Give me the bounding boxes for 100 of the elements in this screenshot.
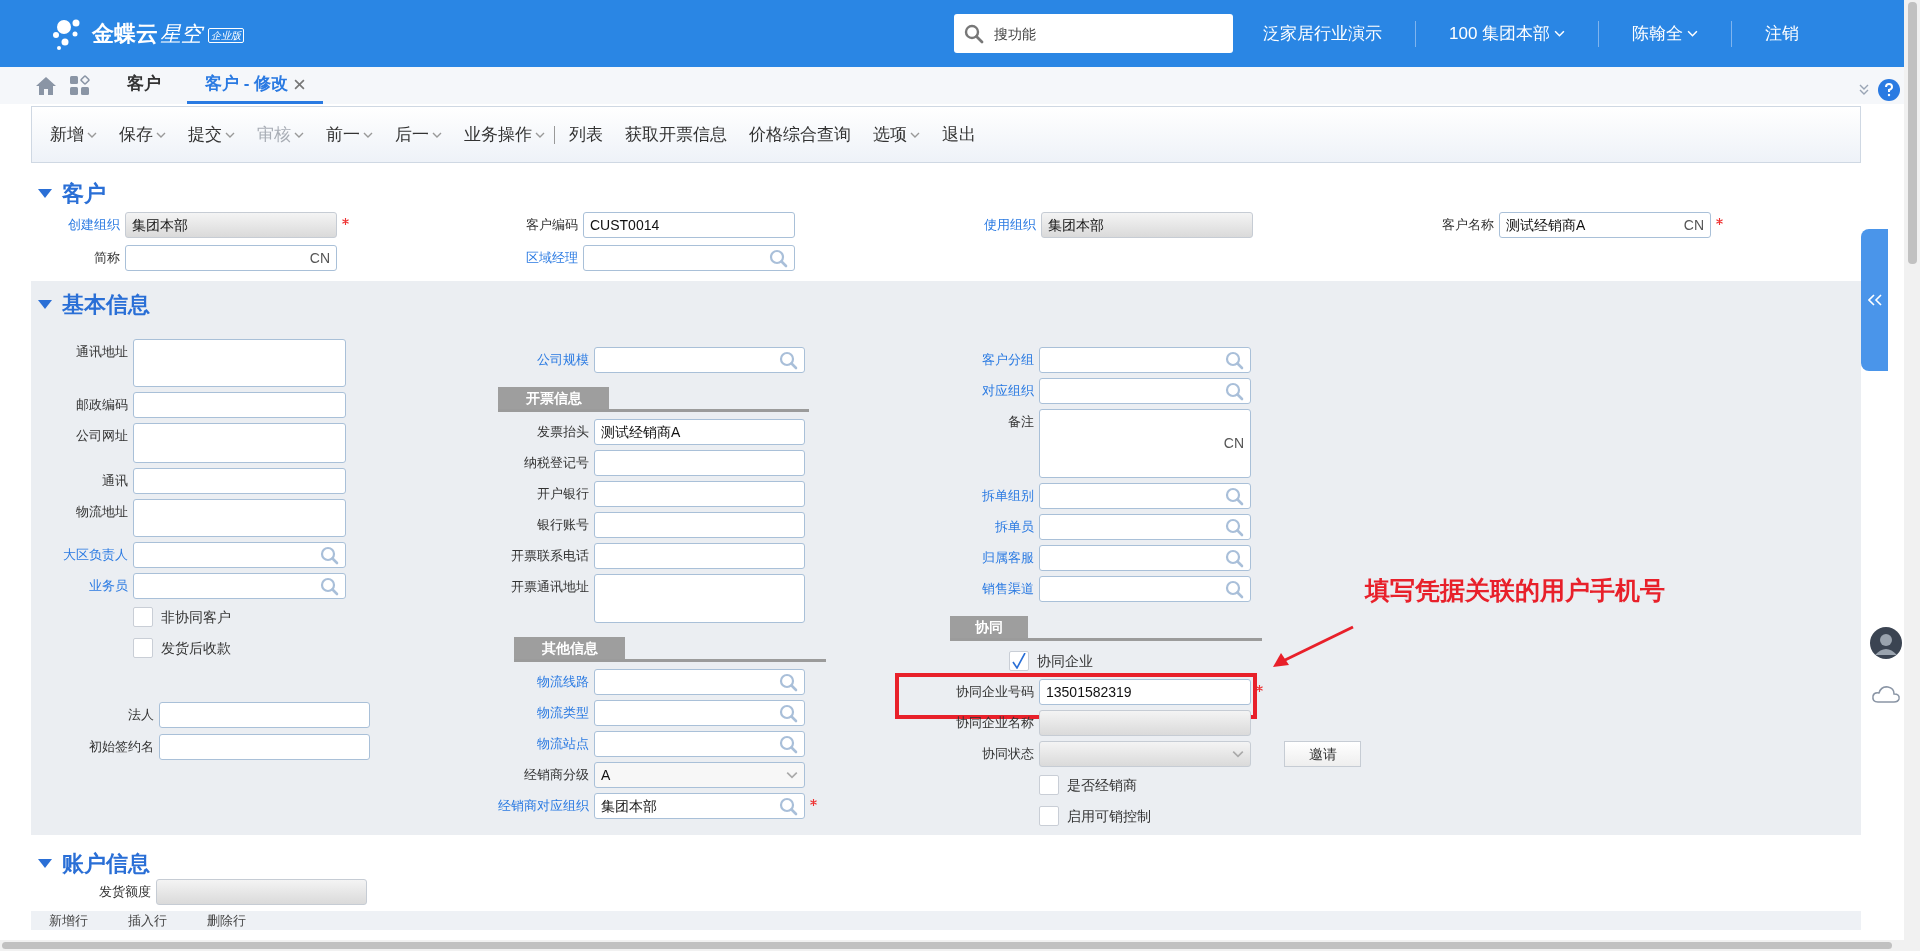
scrollbar[interactable] [1904, 0, 1920, 951]
language-tag: CN [1223, 433, 1244, 454]
input-field[interactable] [133, 542, 346, 568]
checkbox-label: 发货后收款 [161, 638, 231, 658]
help-button[interactable] [1878, 79, 1900, 101]
collapse-icon [1858, 84, 1870, 96]
input-field[interactable] [133, 392, 346, 418]
topbar-menu[interactable]: 陈翰全 [1599, 20, 1732, 47]
input-field[interactable] [1039, 514, 1251, 540]
side-panel-toggle[interactable] [1861, 229, 1888, 371]
field-label: 协同状态 [981, 745, 1035, 763]
input-field[interactable]: 集团本部 [594, 793, 805, 819]
input-field[interactable] [1039, 545, 1251, 571]
text-area[interactable] [594, 574, 805, 623]
input-field[interactable] [1039, 483, 1251, 509]
field-label: 公司网址 [75, 427, 129, 445]
input-field[interactable]: 测试经销商A [594, 419, 805, 445]
checkbox[interactable] [1039, 806, 1059, 826]
topbar-menu[interactable]: 泛家居行业演示 [1263, 20, 1415, 47]
search-icon [769, 248, 788, 268]
input-field[interactable] [1039, 576, 1251, 602]
field-label: 客户名称 [1441, 216, 1495, 234]
input-field[interactable] [583, 245, 795, 271]
tab[interactable]: 客户 [117, 67, 171, 104]
checkbox[interactable] [1039, 775, 1059, 795]
toolbar-button[interactable]: 保存 [119, 121, 166, 148]
field-link[interactable]: 公司规模 [464, 347, 594, 373]
input-field[interactable] [594, 347, 805, 373]
field-link[interactable]: 物流站点 [464, 731, 594, 757]
caret-icon [156, 131, 166, 138]
input-field[interactable] [594, 543, 805, 569]
field-label: 银行账号 [536, 516, 590, 534]
toolbar-button[interactable]: 业务操作 [464, 121, 555, 148]
search-icon [1225, 548, 1244, 568]
input-field[interactable]: CUST0014 [583, 212, 795, 238]
toolbar-button[interactable]: 新增 [50, 121, 97, 148]
field-link[interactable]: 经销商对应组织 [464, 793, 594, 819]
text-area[interactable] [133, 339, 346, 387]
search-icon [1225, 579, 1244, 599]
checkbox-label: 启用可销控制 [1067, 806, 1151, 826]
input-field[interactable] [594, 481, 805, 507]
input-field[interactable] [594, 669, 805, 695]
toolbar-button[interactable]: 获取开票信息 [625, 121, 727, 148]
grid-toolbar-button[interactable]: 删除行 [207, 913, 246, 928]
text-area[interactable] [133, 423, 346, 463]
topbar-menu[interactable]: 100 集团本部 [1416, 20, 1599, 47]
input-field[interactable] [1039, 378, 1251, 404]
toolbar-button[interactable]: 后一 [395, 121, 442, 148]
search-field[interactable]: 搜功能 [954, 14, 1233, 53]
input-field[interactable]: CN [125, 245, 337, 271]
field-link[interactable]: 归属客服 [909, 545, 1039, 571]
text-area[interactable] [133, 499, 346, 537]
topbar-menu[interactable]: 注销 [1732, 20, 1833, 47]
input-field[interactable] [133, 573, 346, 599]
field-label: 经销商分级 [523, 766, 590, 784]
toolbar-button[interactable]: 列表 [569, 121, 603, 148]
input-field[interactable] [594, 731, 805, 757]
check-icon [1012, 653, 1026, 669]
checkbox[interactable] [133, 607, 153, 627]
input-field[interactable] [594, 700, 805, 726]
input-field[interactable] [594, 450, 805, 476]
input-field[interactable]: 13501582319 [1039, 679, 1251, 705]
input-field[interactable] [133, 468, 346, 494]
caret-icon [535, 131, 545, 138]
field-link[interactable]: 拆单组别 [909, 483, 1039, 509]
field-link[interactable]: 区域经理 [483, 245, 583, 271]
field-link[interactable]: 对应组织 [909, 378, 1039, 404]
field-label: 通讯 [101, 472, 129, 490]
field-link[interactable]: 销售渠道 [909, 576, 1039, 602]
text-area[interactable]: CN [1039, 409, 1251, 478]
horizontal-scrollbar[interactable] [0, 940, 1904, 951]
checkbox[interactable] [1009, 651, 1029, 671]
input-field[interactable] [1039, 347, 1251, 373]
field-link[interactable]: 大区负责人 [31, 542, 133, 568]
grid-toolbar-button[interactable]: 插入行 [128, 913, 167, 928]
grid-toolbar-button[interactable]: 新增行 [49, 913, 88, 928]
toolbar-button[interactable]: 退出 [942, 121, 976, 148]
caret-icon [225, 131, 235, 138]
dropdown-field[interactable]: A [594, 762, 805, 788]
input-field[interactable] [594, 512, 805, 538]
checkbox[interactable] [133, 638, 153, 658]
field-link[interactable]: 物流线路 [464, 669, 594, 695]
search-icon [320, 545, 339, 565]
toolbar-button[interactable]: 提交 [188, 121, 235, 148]
field-label: 发货额度 [98, 883, 152, 901]
cloud-icon [1871, 684, 1901, 704]
field-label: 法人 [127, 706, 155, 724]
input-field[interactable]: 测试经销商A CN [1499, 212, 1711, 238]
toolbar-button[interactable]: 价格综合查询 [749, 121, 851, 148]
field-link[interactable]: 物流类型 [464, 700, 594, 726]
field-link[interactable]: 拆单员 [909, 514, 1039, 540]
input-field[interactable] [159, 734, 370, 760]
toolbar-button[interactable]: 选项 [873, 121, 920, 148]
field-link[interactable]: 业务员 [31, 573, 133, 599]
caret-icon [1687, 30, 1699, 37]
field-link[interactable]: 客户分组 [909, 347, 1039, 373]
search-icon [779, 734, 798, 754]
input-field[interactable] [159, 702, 370, 728]
toolbar-button[interactable]: 前一 [326, 121, 373, 148]
search-icon [779, 672, 798, 692]
